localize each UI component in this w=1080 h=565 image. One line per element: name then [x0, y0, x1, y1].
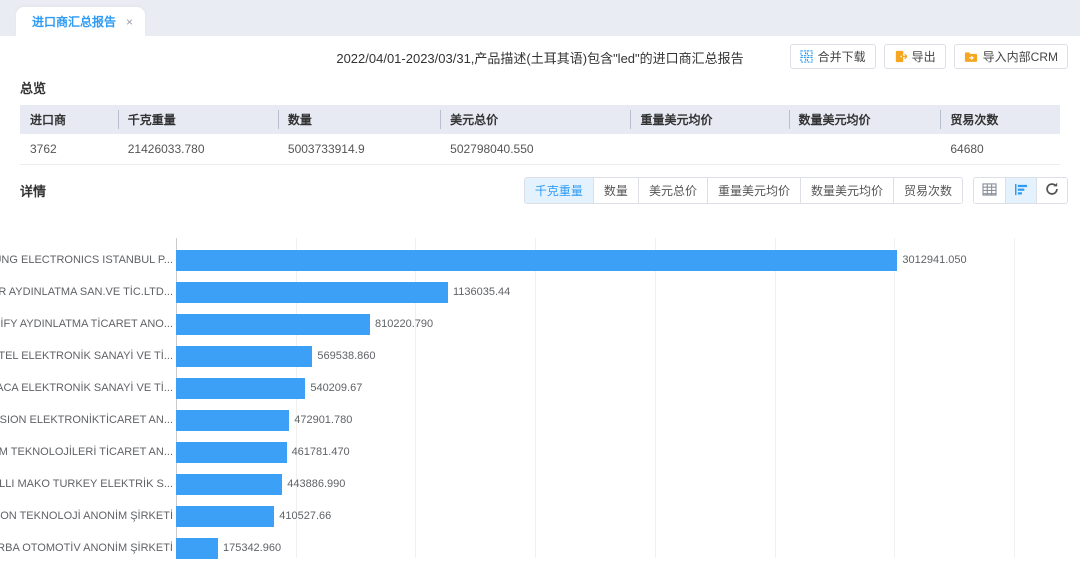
cell-quantity-usd-avg-price: [789, 134, 941, 165]
view-switcher: [973, 177, 1068, 204]
col-kg-weight: 千克重量: [118, 105, 278, 134]
chart-bar-row: 540209.67: [176, 372, 1014, 404]
merge-download-label: 合并下载: [818, 48, 866, 65]
detail-row: 详情 千克重量数量美元总价重量美元均价数量美元均价贸易次数: [20, 177, 1068, 204]
import-crm-label: 导入内部CRM: [983, 48, 1058, 65]
chart-bar-row: 1136035.44: [176, 276, 1014, 308]
cell-importer: 3762: [20, 134, 118, 165]
chart-bar[interactable]: [176, 506, 274, 527]
col-quantity-usd-avg-price: 数量美元均价: [789, 105, 941, 134]
metric-tab-quantity[interactable]: 数量: [593, 178, 638, 203]
merge-download-button[interactable]: 合并下载: [790, 44, 876, 69]
chart-bar-value: 3012941.050: [902, 254, 966, 266]
chart-bar[interactable]: [176, 474, 282, 495]
main-panel: 2022/04/01-2023/03/31,产品描述(土耳其语)包含"led"的…: [0, 36, 1080, 565]
header-actions: 合并下载 导出 导入内部CRM: [790, 44, 1068, 69]
col-trade-count: 贸易次数: [940, 105, 1060, 134]
col-usd-total-price: 美元总价: [440, 105, 630, 134]
chart-bar-value: 810220.790: [375, 318, 433, 330]
overview-section-title: 总览: [20, 78, 1080, 97]
chart-category-label: UĞUR AYDINLATMA SAN.VE TİC.LTD...: [20, 276, 176, 308]
chart-bar-row: 443886.990: [176, 468, 1014, 500]
chart-bar-value: 461781.470: [292, 446, 350, 458]
chart-bar[interactable]: [176, 250, 897, 271]
table-view-button[interactable]: [974, 178, 1005, 203]
cell-kg-weight: 21426033.780: [118, 134, 278, 165]
cell-trade-count: 64680: [940, 134, 1060, 165]
chart-bar-value: 540209.67: [310, 382, 362, 394]
chart-bar[interactable]: [176, 410, 289, 431]
col-importer: 进口商: [20, 105, 118, 134]
detail-toolbar: 千克重量数量美元总价重量美元均价数量美元均价贸易次数: [524, 177, 1068, 204]
chart-bar-value: 1136035.44: [453, 286, 510, 298]
chart-plot: 3012941.050 1136035.44 810220.790 569538.86…: [176, 238, 1014, 565]
metric-tab-quantity-usd-avg-price[interactable]: 数量美元均价: [800, 178, 893, 203]
export-label: 导出: [912, 48, 936, 65]
chart-bar-row: 472901.780: [176, 404, 1014, 436]
import-crm-icon: [964, 51, 978, 63]
chart-category-label: SİGNİFY AYDINLATMA TİCARET ANO...: [20, 308, 176, 340]
chart-category-label: VESTEL ELEKTRONİK SANAYİ VE Tİ...: [20, 340, 176, 372]
col-weight-usd-avg-price: 重量美元均价: [630, 105, 788, 134]
metric-tab-weight-usd-avg-price[interactable]: 重量美元均价: [707, 178, 800, 203]
chart-bar-row: 810220.790: [176, 308, 1014, 340]
chart-bar[interactable]: [176, 346, 312, 367]
import-crm-button[interactable]: 导入内部CRM: [954, 44, 1068, 69]
chart-bar[interactable]: [176, 314, 370, 335]
chart-x-axis: 0500,0001,000,0001,500,0002,000,0002,500…: [176, 558, 1014, 565]
detail-section-title: 详情: [20, 181, 46, 200]
overview-header-row: 进口商 千克重量 数量 美元总价 重量美元均价 数量美元均价 贸易次数: [20, 105, 1060, 134]
chart-bar-row: 461781.470: [176, 436, 1014, 468]
overview-table: 进口商 千克重量 数量 美元总价 重量美元均价 数量美元均价 贸易次数 3762…: [20, 105, 1060, 165]
chart-bar-row: 3012941.050: [176, 244, 1014, 276]
chart-bar-value: 175342.960: [223, 542, 281, 554]
tab-bar: 进口商汇总报告 ×: [0, 0, 1080, 36]
refresh-icon: [1045, 182, 1059, 199]
table-icon: [982, 183, 997, 199]
metric-tab-trade-count[interactable]: 贸易次数: [893, 178, 962, 203]
metric-tab-kg-weight[interactable]: 千克重量: [525, 178, 593, 203]
tab-label: 进口商汇总报告: [32, 13, 116, 30]
merge-download-icon: [800, 50, 813, 63]
export-icon: [894, 50, 907, 63]
cell-weight-usd-avg-price: [630, 134, 788, 165]
cell-quantity: 5003733914.9: [278, 134, 440, 165]
chart-category-label: SAMSUNG ELECTRONICS ISTANBUL P...: [20, 244, 176, 276]
chart-bar-row: 410527.66: [176, 500, 1014, 532]
header-row: 2022/04/01-2023/03/31,产品描述(土耳其语)包含"led"的…: [0, 36, 1080, 76]
chart-category-label: TP VISION ELEKTRONİKTİCARET AN...: [20, 404, 176, 436]
chart-rows: 3012941.050 1136035.44 810220.790 569538.86…: [176, 244, 1014, 564]
tab-close-icon[interactable]: ×: [126, 16, 133, 28]
importer-bar-chart: SAMSUNG ELECTRONICS ISTANBUL P...UĞUR AY…: [20, 238, 1080, 565]
chart-category-labels: SAMSUNG ELECTRONICS ISTANBUL P...UĞUR AY…: [20, 238, 176, 565]
chart-bar-value: 569538.860: [317, 350, 375, 362]
chart-bar[interactable]: [176, 282, 448, 303]
metric-tabs: 千克重量数量美元总价重量美元均价数量美元均价贸易次数: [524, 177, 963, 204]
chart-category-label: APRON TEKNOLOJİ ANONİM ŞİRKETİ: [20, 500, 176, 532]
export-button[interactable]: 导出: [884, 44, 946, 69]
overview-data-row: 3762 21426033.780 5003733914.9 502798040…: [20, 134, 1060, 165]
chart-bar-value: 472901.780: [294, 414, 352, 426]
chart-bar-row: 569538.860: [176, 340, 1014, 372]
chart-gridline: [1014, 238, 1015, 558]
chart-category-label: OSRAM TEKNOLOJİLERİ TİCARET AN...: [20, 436, 176, 468]
cell-usd-total-price: 502798040.550: [440, 134, 630, 165]
chart-bar[interactable]: [176, 378, 305, 399]
chart-view-button[interactable]: [1005, 178, 1036, 203]
bar-chart-icon: [1014, 183, 1029, 199]
refresh-button[interactable]: [1036, 178, 1067, 203]
tab-import-summary-report[interactable]: 进口商汇总报告 ×: [16, 7, 145, 36]
chart-bar-value: 443886.990: [287, 478, 345, 490]
col-quantity: 数量: [278, 105, 440, 134]
chart-bar[interactable]: [176, 442, 287, 463]
chart-bar[interactable]: [176, 538, 218, 559]
metric-tab-usd-total-price[interactable]: 美元总价: [638, 178, 707, 203]
chart-category-label: ATMACA ELEKTRONİK SANAYİ VE Tİ...: [20, 372, 176, 404]
chart-bar-value: 410527.66: [279, 510, 331, 522]
chart-category-label: MARELLI MAKO TURKEY ELEKTRİK S...: [20, 468, 176, 500]
chart-category-label: FARBA OTOMOTİV ANONİM ŞİRKETİ: [20, 532, 176, 564]
